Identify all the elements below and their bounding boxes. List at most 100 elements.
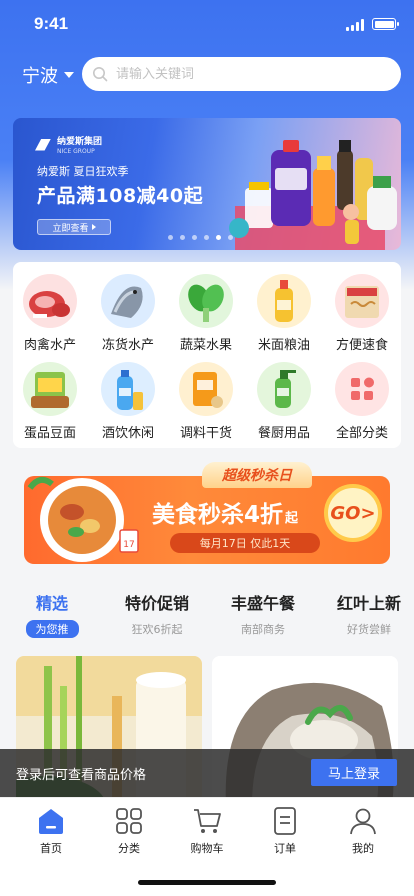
tab-lunch[interactable]: 丰盛午餐 南部商务 [208, 590, 318, 637]
tab-title: 特价促销 [124, 594, 189, 613]
meat-icon [23, 274, 77, 328]
home-indicator [138, 880, 276, 885]
banner-dot[interactable] [204, 235, 209, 240]
tab-title: 丰盛午餐 [230, 594, 295, 613]
tabbar-label: 购物车 [190, 842, 224, 855]
category-grid-icon [116, 808, 142, 834]
brand-name: 纳爱斯集团 [57, 137, 103, 147]
tabbar-item-profile[interactable]: 我的 [328, 806, 398, 856]
tab-subtitle: 狂欢6折起 [131, 623, 183, 636]
category-label: 蔬菜水果 [179, 338, 232, 353]
drink-icon [101, 362, 155, 416]
profile-icon [350, 808, 376, 835]
flash-sale-subtitle: 每月17日 仅此1天 [170, 533, 320, 553]
detergent-products-illustration [229, 140, 397, 250]
home-icon [39, 809, 63, 834]
category-label: 全部分类 [335, 426, 388, 441]
cellular-signal-icon [346, 19, 364, 31]
seasoning-icon [179, 362, 233, 416]
oil-icon [257, 274, 311, 328]
promo-banner[interactable]: 纳爱斯集团 NICE GROUP 纳爱斯 夏日狂欢季 产品满108减40起 立即… [13, 118, 401, 250]
category-frozen[interactable]: 冻货水产 [88, 274, 168, 353]
brand-logo: 纳爱斯集团 NICE GROUP [35, 134, 102, 155]
tab-new-arrivals[interactable]: 红叶上新 好货尝鲜 [314, 590, 414, 637]
category-all[interactable]: 全部分类 [322, 362, 402, 441]
category-egg-tofu[interactable]: 蛋品豆面 [10, 362, 90, 441]
fish-icon [101, 274, 155, 328]
flash-sale-banner[interactable]: 17 超级秒杀日 美食秒杀4折起 每月17日 仅此1天 GO> [24, 462, 390, 564]
flash-sale-title-suffix: 起 [285, 511, 299, 526]
category-label: 冻货水产 [101, 338, 154, 353]
banner-view-button-label: 立即查看 [52, 223, 89, 234]
tab-featured[interactable]: 精选 为您推 [0, 590, 107, 638]
flash-sale-go-button[interactable]: GO> [324, 484, 382, 542]
brand-logo-mark-icon [35, 138, 51, 151]
banner-dot[interactable] [228, 235, 233, 240]
category-label: 餐厨用品 [257, 426, 310, 441]
tabbar-item-home[interactable]: 首页 [16, 806, 86, 856]
banner-title: 产品满108减40起 [37, 185, 204, 207]
search-input[interactable] [116, 66, 376, 82]
category-label: 调料干货 [179, 426, 232, 441]
banner-dot[interactable] [168, 235, 173, 240]
tabbar-item-orders[interactable]: 订单 [250, 806, 320, 856]
tabbar-label: 订单 [274, 842, 296, 855]
tab-title: 精选 [35, 594, 68, 613]
login-prompt-text: 登录后可查看商品价格 [16, 768, 147, 783]
brand-sub: NICE GROUP [57, 148, 95, 155]
food-plate-illustration: 17 [27, 476, 139, 562]
category-grid: 肉禽水产 冻货水产 蔬菜水果 米面粮油 方便速食 蛋品豆面 酒饮休闲 调料干货 … [13, 262, 401, 448]
tab-special-offers[interactable]: 特价促销 狂欢6折起 [102, 590, 212, 637]
category-instant-food[interactable]: 方便速食 [322, 274, 402, 353]
all-categories-icon [335, 362, 389, 416]
calendar-day: 17 [123, 540, 134, 550]
tab-subtitle: 好货尝鲜 [347, 623, 391, 636]
tabbar-label: 首页 [40, 842, 62, 855]
kitchen-icon [257, 362, 311, 416]
banner-dot-active[interactable] [216, 235, 221, 240]
category-label: 蛋品豆面 [23, 426, 76, 441]
flash-sale-title-text: 美食秒杀4折 [152, 502, 284, 528]
city-name: 宁波 [22, 66, 58, 87]
tab-title: 红叶上新 [336, 594, 401, 613]
login-button[interactable]: 马上登录 [311, 759, 397, 786]
banner-subtitle: 纳爱斯 夏日狂欢季 [37, 165, 129, 178]
vegetable-icon [179, 274, 233, 328]
banner-pagination [168, 235, 233, 240]
category-grain-oil[interactable]: 米面粮油 [244, 274, 324, 353]
city-selector[interactable]: 宁波 [22, 62, 74, 88]
status-time: 9:41 [34, 14, 69, 33]
feed-tabs: 精选 为您推 特价促销 狂欢6折起 丰盛午餐 南部商务 红叶上新 好货尝鲜 [0, 590, 414, 640]
banner-dot[interactable] [192, 235, 197, 240]
category-kitchen[interactable]: 餐厨用品 [244, 362, 324, 441]
search-icon [93, 67, 108, 82]
tab-subtitle: 南部商务 [241, 623, 285, 636]
tabbar-label: 分类 [118, 842, 140, 855]
login-prompt-bar: 登录后可查看商品价格 马上登录 [0, 749, 414, 797]
banner-view-button[interactable]: 立即查看 [37, 219, 111, 235]
egg-icon [23, 362, 77, 416]
banner-dot[interactable] [180, 235, 185, 240]
battery-icon [372, 18, 399, 30]
noodle-icon [335, 274, 389, 328]
cart-icon [194, 809, 221, 833]
category-label: 酒饮休闲 [101, 426, 154, 441]
flash-sale-title: 美食秒杀4折起 [152, 495, 298, 529]
category-drinks[interactable]: 酒饮休闲 [88, 362, 168, 441]
search-bar[interactable] [82, 57, 401, 91]
tabbar-item-cart[interactable]: 购物车 [172, 806, 242, 856]
tabbar-label: 我的 [352, 842, 374, 855]
play-arrow-icon [91, 224, 96, 230]
tabbar-item-category[interactable]: 分类 [94, 806, 164, 856]
caret-down-icon [64, 72, 74, 78]
category-seasoning[interactable]: 调料干货 [166, 362, 246, 441]
status-bar: 9:41 [0, 0, 414, 48]
flash-sale-tag: 超级秒杀日 [202, 462, 312, 488]
category-label: 肉禽水产 [23, 338, 76, 353]
category-vegetable[interactable]: 蔬菜水果 [166, 274, 246, 353]
tab-subtitle: 为您推 [25, 620, 79, 638]
category-meat[interactable]: 肉禽水产 [10, 274, 90, 353]
category-label: 米面粮油 [257, 338, 310, 353]
category-label: 方便速食 [335, 338, 388, 353]
order-icon [274, 807, 296, 835]
